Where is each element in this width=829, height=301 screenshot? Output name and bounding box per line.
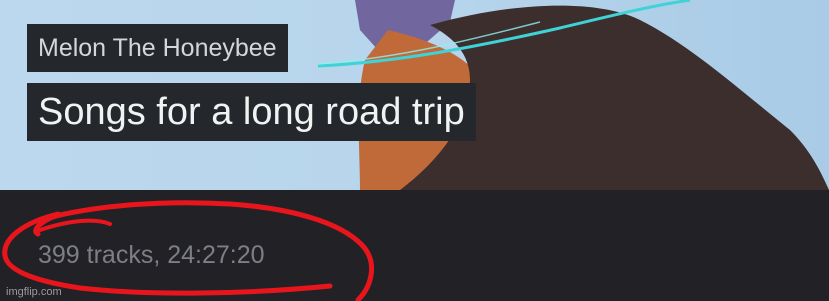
playlist-meta-bar: 399 tracks, 24:27:20 [0, 190, 829, 301]
artist-name[interactable]: Melon The Honeybee [27, 24, 288, 72]
track-count-duration: 399 tracks, 24:27:20 [38, 241, 265, 269]
playlist-title: Songs for a long road trip [27, 83, 476, 141]
playlist-header: Melon The Honeybee Songs for a long road… [0, 0, 829, 190]
imgflip-watermark: imgflip.com [6, 286, 62, 298]
